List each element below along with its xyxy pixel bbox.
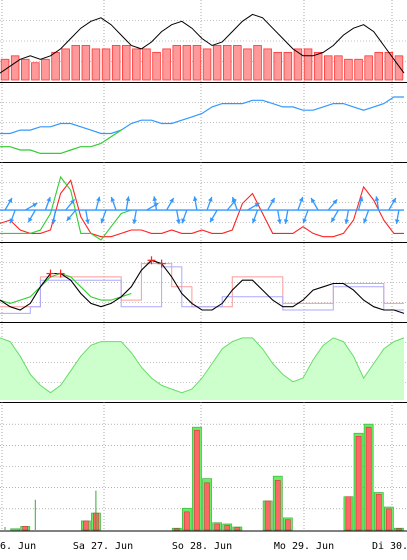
- precipitation-bar-inner: [224, 524, 231, 531]
- pressure-bar: [273, 51, 282, 81]
- pressure-bar: [142, 48, 151, 81]
- pressure-bar: [162, 48, 171, 81]
- pressure-bar: [374, 51, 383, 81]
- pressure-bar: [51, 51, 60, 81]
- pressure-line: [0, 13, 405, 74]
- pressure-bar: [334, 55, 343, 81]
- pressure-bar: [132, 48, 141, 81]
- pressure-bar: [253, 45, 262, 81]
- pressure-bar: [283, 51, 293, 81]
- wind-arrow-head: [192, 196, 198, 202]
- pressure-bar: [81, 45, 91, 81]
- wind-arrow-head: [374, 196, 380, 202]
- wind-arrow-head: [96, 196, 101, 202]
- wind-arrow-head: [152, 196, 158, 202]
- pressure-bar: [182, 45, 192, 81]
- pressure-bar: [111, 45, 121, 81]
- precipitation-bar-inner: [214, 523, 220, 531]
- precipitation-bar-inner: [285, 519, 291, 531]
- pressure-bar: [91, 48, 101, 81]
- precipitation-bar-inner: [345, 496, 352, 531]
- pressure-bar: [222, 45, 232, 81]
- pressure-bar: [122, 45, 131, 81]
- precipitation-bar-inner: [204, 482, 210, 531]
- pressure-bar: [152, 51, 161, 81]
- precipitation-bar-inner: [234, 527, 241, 531]
- x-tick-label-sa: Sa 27. Jun: [73, 541, 133, 552]
- pressure-bar: [263, 48, 272, 81]
- pressure-bar: [202, 48, 212, 81]
- pressure-bar: [243, 48, 252, 81]
- pressure-bar: [313, 51, 323, 81]
- pressure-bar: [172, 45, 181, 81]
- pressure-bar: [212, 45, 222, 81]
- pressure-bar: [31, 62, 40, 81]
- pressure-bar: [394, 55, 404, 81]
- meteogram: Fr 26. Jun Sa 27. Jun So 28. Jun Mo 29. …: [0, 0, 407, 556]
- pressure-bar: [20, 58, 30, 81]
- pressure-bar: [323, 55, 333, 81]
- precipitation-bar-inner: [194, 429, 200, 531]
- x-tick-label-so: So 28. Jun: [172, 541, 232, 552]
- precipitation-bar-outer: [10, 528, 21, 531]
- x-tick-label-fr: Fr 26. Jun: [0, 541, 36, 552]
- temperature-series-green: [0, 272, 132, 304]
- pressure-bar: [10, 55, 20, 81]
- x-axis-tick-labels: Fr 26. Jun Sa 27. Jun So 28. Jun Mo 29. …: [0, 541, 407, 552]
- precipitation-bar-inner: [396, 528, 402, 531]
- precipitation-bar-inner: [22, 526, 29, 531]
- meteogram-svg: Fr 26. Jun Sa 27. Jun So 28. Jun Mo 29. …: [0, 0, 407, 552]
- precipitation-bar-inner: [365, 426, 372, 531]
- precipitation-bar-inner: [264, 500, 271, 531]
- pressure-bar: [233, 45, 242, 81]
- precipitation-bar-inner: [184, 511, 190, 531]
- pressure-bar: [293, 48, 303, 81]
- precipitation-bar-inner: [386, 508, 392, 531]
- pressure-bar: [192, 45, 202, 81]
- x-tick-label-mo: Mo 29. Jun: [274, 541, 334, 552]
- wind-arrow-head: [125, 196, 131, 202]
- precipitation-bar-inner: [274, 480, 281, 531]
- pressure-bar: [364, 55, 373, 81]
- precipitation-bar-inner: [375, 494, 382, 531]
- precipitation-bar-inner: [355, 435, 362, 531]
- pressure-bar: [344, 58, 353, 81]
- pressure-bar: [61, 48, 70, 81]
- precipitation-bar-inner: [173, 528, 180, 531]
- pressure-bar: [303, 48, 313, 81]
- marks-layer: [0, 13, 405, 531]
- wind-series-red: [0, 179, 404, 238]
- pressure-bar: [354, 58, 363, 81]
- pressure-bar: [101, 48, 111, 81]
- x-tick-label-di: Di 30.: [372, 541, 407, 552]
- cloud-area-fill: [0, 337, 404, 400]
- precipitation-bar-inner: [83, 520, 89, 531]
- pressure-bar: [41, 58, 50, 81]
- pressure-bar: [71, 45, 81, 81]
